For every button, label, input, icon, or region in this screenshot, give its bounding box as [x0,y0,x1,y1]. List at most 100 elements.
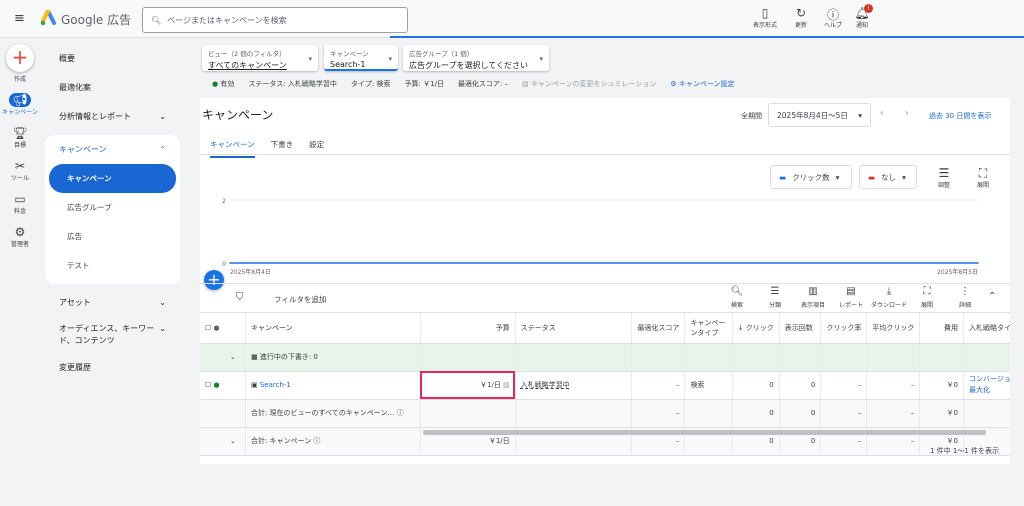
nav-campaigns-group: キャンペーン ⌃ キャンペーン 広告グループ 広告 テスト [45,135,180,284]
more-button[interactable]: ⋮ 詳細 [946,286,984,309]
col-status[interactable]: ステータス [515,313,633,344]
type-cell: 検索 [684,371,733,400]
dropdown-icon: ▾ [902,172,906,182]
nav-sub-ads[interactable]: 広告 [45,222,180,251]
score-cell: – [631,371,686,400]
bid-cell[interactable]: コンバージョン数の最大化 [963,371,1010,400]
impressions-cell: 0 [779,371,822,400]
date-range-picker[interactable]: 2025年8月4日～5日 ▾ [768,103,871,127]
expand-chart-button[interactable]: ⛶ 展開 [965,166,1001,189]
series-swatch: ▬ [868,172,876,182]
campaign-settings-link[interactable]: ⚙︎ キャンペーン設定 [670,79,734,89]
search-icon: 🔍︎ [151,15,162,25]
horizontal-scrollbar[interactable] [423,430,986,435]
campaign-selector[interactable]: キャンペーン Search-1 ▾ [324,45,398,71]
chevron-down-icon: ⌄ [159,324,166,333]
expand-icon: ⛶ [978,166,988,180]
segment-button[interactable]: ☰ 分類 [756,286,794,309]
nav-sub-tests[interactable]: テスト [45,251,180,280]
col-score[interactable]: 最適化スコア [631,313,686,344]
search-icon: 🔍︎ [730,286,744,297]
label: 展開 [920,302,933,309]
period-label: 全期間 [741,112,762,120]
metric2-select[interactable]: ▬ なし ▾ [859,165,917,189]
col-cpc[interactable]: 平均クリック [866,313,921,344]
columns-button[interactable]: ▥ 表示項目 [794,286,832,309]
refresh-button[interactable]: ↻ 更新 [783,6,819,29]
col-cost[interactable]: 費用 [919,313,964,344]
y-tick-label: 2 [222,198,226,205]
nav-audiences[interactable]: オーディエンス、キーワード、コンテンツ ⌄ [45,317,180,353]
row-checkbox[interactable]: ☐ ● [200,371,246,400]
rail-campaigns[interactable]: 📢︎ キャンペーン [0,93,40,116]
search-button[interactable]: 🔍︎ 検索 [718,286,756,309]
label: 分類 [768,302,781,309]
next-period-icon[interactable]: › [905,108,909,119]
expand-icon[interactable]: ⌄ [200,343,246,372]
data-point [977,262,979,264]
col-bid-strategy[interactable]: 入札戦略タイプ [963,313,1010,344]
nav-overview[interactable]: 概要 [45,44,180,73]
cell: ￥0 [919,399,964,428]
download-button[interactable]: ⤓ ダウンロード [870,286,908,309]
add-filter-button[interactable]: フィルタを追加 [274,294,326,305]
label: 料金 [13,208,26,215]
col-type[interactable]: キャンペーンタイプ [684,313,733,344]
adgroup-selector[interactable]: 広告グループ（1 個） 広告グループを選択してください ▾ [403,45,549,71]
expand-button[interactable]: ⛶ 展開 [908,286,946,309]
bell-icon: 🔔︎ [854,6,870,20]
tab-settings[interactable]: 設定 [309,139,324,158]
expand-icon[interactable]: ⌄ [200,427,246,456]
tab-drafts[interactable]: 下書き [271,139,294,158]
select-all[interactable]: ☐ ● [200,313,246,344]
label: 分析情報とレポート [59,112,131,121]
last-30-days-link[interactable]: 過去 30 日間を表示 [929,111,991,121]
metric1-select[interactable]: ▬ クリック数 ▾ [770,165,852,189]
budget-cell[interactable]: ￥1/日 ▧ [420,371,516,400]
rail-admin[interactable]: ⚙︎ 管理者 [0,225,40,248]
rail-tools[interactable]: ✂︎ ツール [0,159,40,182]
nav-sub-campaigns[interactable]: キャンペーン [49,164,176,193]
nav-assets[interactable]: アセット ⌄ [45,288,180,317]
logo-text: Google 広告 [61,13,132,27]
collapse-icon[interactable]: ⌃ [988,291,996,302]
col-ctr[interactable]: クリック率 [820,313,868,344]
col-campaign[interactable]: キャンペーン [245,313,421,344]
dropdown-icon: ▾ [858,110,862,120]
notifications-button[interactable]: 🔔︎ 通知 ! [844,4,880,29]
simulate-link[interactable]: ▧ キャンペーンの変更をシュミレーション [522,79,656,89]
dropdown-icon: ▾ [388,55,392,63]
col-budget[interactable]: 予算 [420,313,516,344]
rail-create[interactable]: + 作成 [0,44,40,83]
adjust-button[interactable]: ☰ 調整 [926,166,962,189]
appearance-button[interactable]: ▯ 表示形式 [747,6,783,29]
col-impressions[interactable]: 表示回数 [779,313,822,344]
label: 変更履歴 [59,363,91,372]
campaign-name[interactable]: ▣ Search-1 [245,371,421,400]
nav-sub-adgroups[interactable]: 広告グループ [45,193,180,222]
menu-icon[interactable]: ≡ [14,11,25,26]
label: 展開 [976,182,989,189]
chevron-down-icon: ⌄ [159,112,166,121]
nav-campaigns[interactable]: キャンペーン ⌃ [45,135,180,164]
tab-campaigns[interactable]: キャンペーン [210,139,255,158]
notification-badge: ! [864,4,873,13]
label: 作成 [13,76,26,83]
x-tick-label: 2025年8月5日 [937,268,978,276]
search-input[interactable]: 🔍︎ ページまたはキャンペーンを検索 [142,7,408,33]
filter-icon[interactable]: ⛉ [236,292,244,303]
reports-button[interactable]: ▤ レポート [832,286,870,309]
col-clicks[interactable]: ↓ クリック [732,313,780,344]
rail-goals[interactable]: 🏆︎ 目標 [0,126,40,149]
prev-period-icon[interactable]: ‹ [880,108,884,119]
chevron-down-icon: ⌄ [159,298,166,307]
nav-insights[interactable]: 分析情報とレポート ⌄ [45,102,180,131]
nav-recommendations[interactable]: 最適化案 [45,73,180,102]
nav-history[interactable]: 変更履歴 [45,353,180,382]
columns-icon: ▥ [808,286,818,297]
budget-text[interactable]: 予算: ￥1/日 [405,79,444,89]
value: すべてのキャンペーン [208,61,287,70]
view-selector[interactable]: ビュー（2 個のフィルタ） すべてのキャンペーン ▾ [202,45,318,71]
total-view-label: 合計: 現在のビューのすべてのキャンペーン… ⓘ [245,399,421,428]
rail-billing[interactable]: ▭ 料金 [0,192,40,215]
